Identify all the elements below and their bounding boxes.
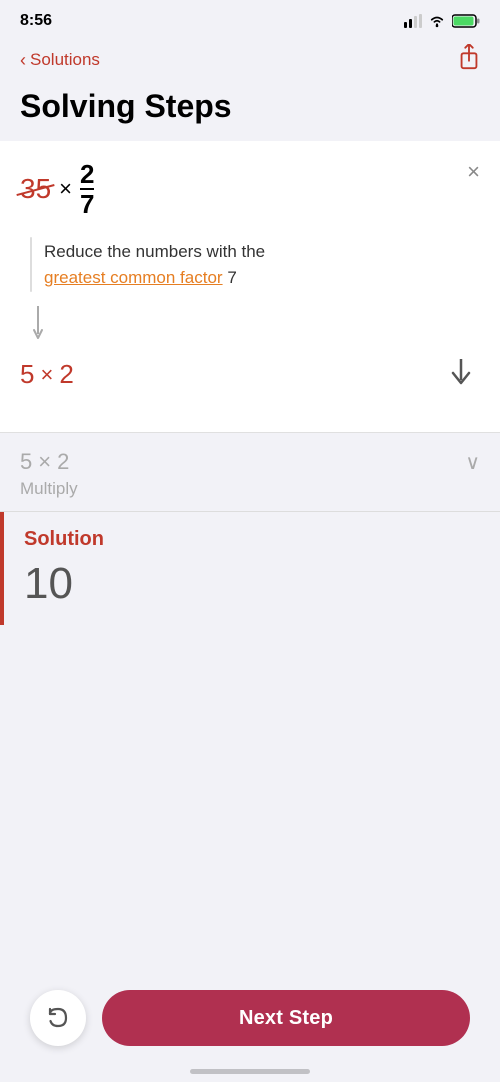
signal-icon (404, 14, 422, 28)
back-button[interactable]: ‹ Solutions (20, 50, 100, 71)
battery-icon (452, 14, 480, 28)
down-arrow-left-icon (30, 306, 46, 342)
step-next: 5 × 2 ∨ Multiply (0, 432, 500, 511)
result-num1: 5 (20, 359, 34, 390)
chevron-down-icon[interactable]: ∨ (465, 450, 480, 475)
down-arrow-right-button[interactable] (442, 351, 480, 402)
next-step-label: Next Step (239, 1007, 333, 1029)
math-expression: 35 × 2 7 (20, 161, 480, 217)
solution-content: Solution 10 (4, 512, 124, 625)
home-indicator (190, 1069, 310, 1074)
step-next-num1: 5 (20, 449, 32, 475)
step-next-multiply: × (38, 449, 51, 475)
page-title-section: Solving Steps (0, 84, 500, 141)
share-button[interactable] (458, 44, 480, 76)
fraction-denominator: 7 (80, 191, 94, 217)
page-title: Solving Steps (20, 88, 480, 125)
explanation-factor: 7 (227, 268, 236, 287)
step-next-header: 5 × 2 ∨ (20, 449, 480, 475)
step-explanation: Reduce the numbers with the greatest com… (30, 237, 480, 292)
solution-section: Solution 10 (0, 512, 500, 625)
multiply-sign-1: × (59, 176, 72, 202)
next-step-button[interactable]: Next Step (102, 990, 470, 1046)
fraction-numerator: 2 (80, 161, 94, 190)
result-expression: 5 × 2 (20, 359, 74, 398)
gcf-link[interactable]: greatest common factor (44, 268, 223, 287)
status-icons (404, 14, 480, 28)
status-bar: 8:56 (0, 0, 500, 36)
undo-button[interactable] (30, 990, 86, 1046)
back-label: Solutions (30, 50, 100, 70)
result-num2: 2 (59, 359, 73, 390)
share-icon (458, 44, 480, 70)
step-next-label: Multiply (20, 479, 480, 499)
step-next-num2: 2 (57, 449, 69, 475)
step-next-expr: 5 × 2 (20, 449, 69, 475)
undo-icon (46, 1006, 70, 1030)
crossed-number: 35 (20, 173, 51, 205)
result-multiply: × (40, 362, 53, 388)
step-card: 35 × 2 7 × Reduce the numbers with the g… (0, 141, 500, 432)
vertical-line (30, 237, 32, 292)
solution-label: Solution (24, 528, 104, 551)
back-chevron-icon: ‹ (20, 50, 26, 71)
explanation-prefix: Reduce the numbers with the (44, 242, 265, 261)
down-arrow-right-icon (450, 359, 472, 387)
fraction: 2 7 (80, 161, 94, 217)
solution-value: 10 (24, 559, 104, 609)
explanation-text: Reduce the numbers with the greatest com… (44, 237, 265, 292)
bottom-spacer (0, 625, 500, 785)
close-button[interactable]: × (467, 159, 480, 185)
status-time: 8:56 (20, 12, 52, 30)
wifi-icon (428, 14, 446, 28)
bottom-actions: Next Step (0, 970, 500, 1082)
nav-bar: ‹ Solutions (0, 36, 500, 84)
